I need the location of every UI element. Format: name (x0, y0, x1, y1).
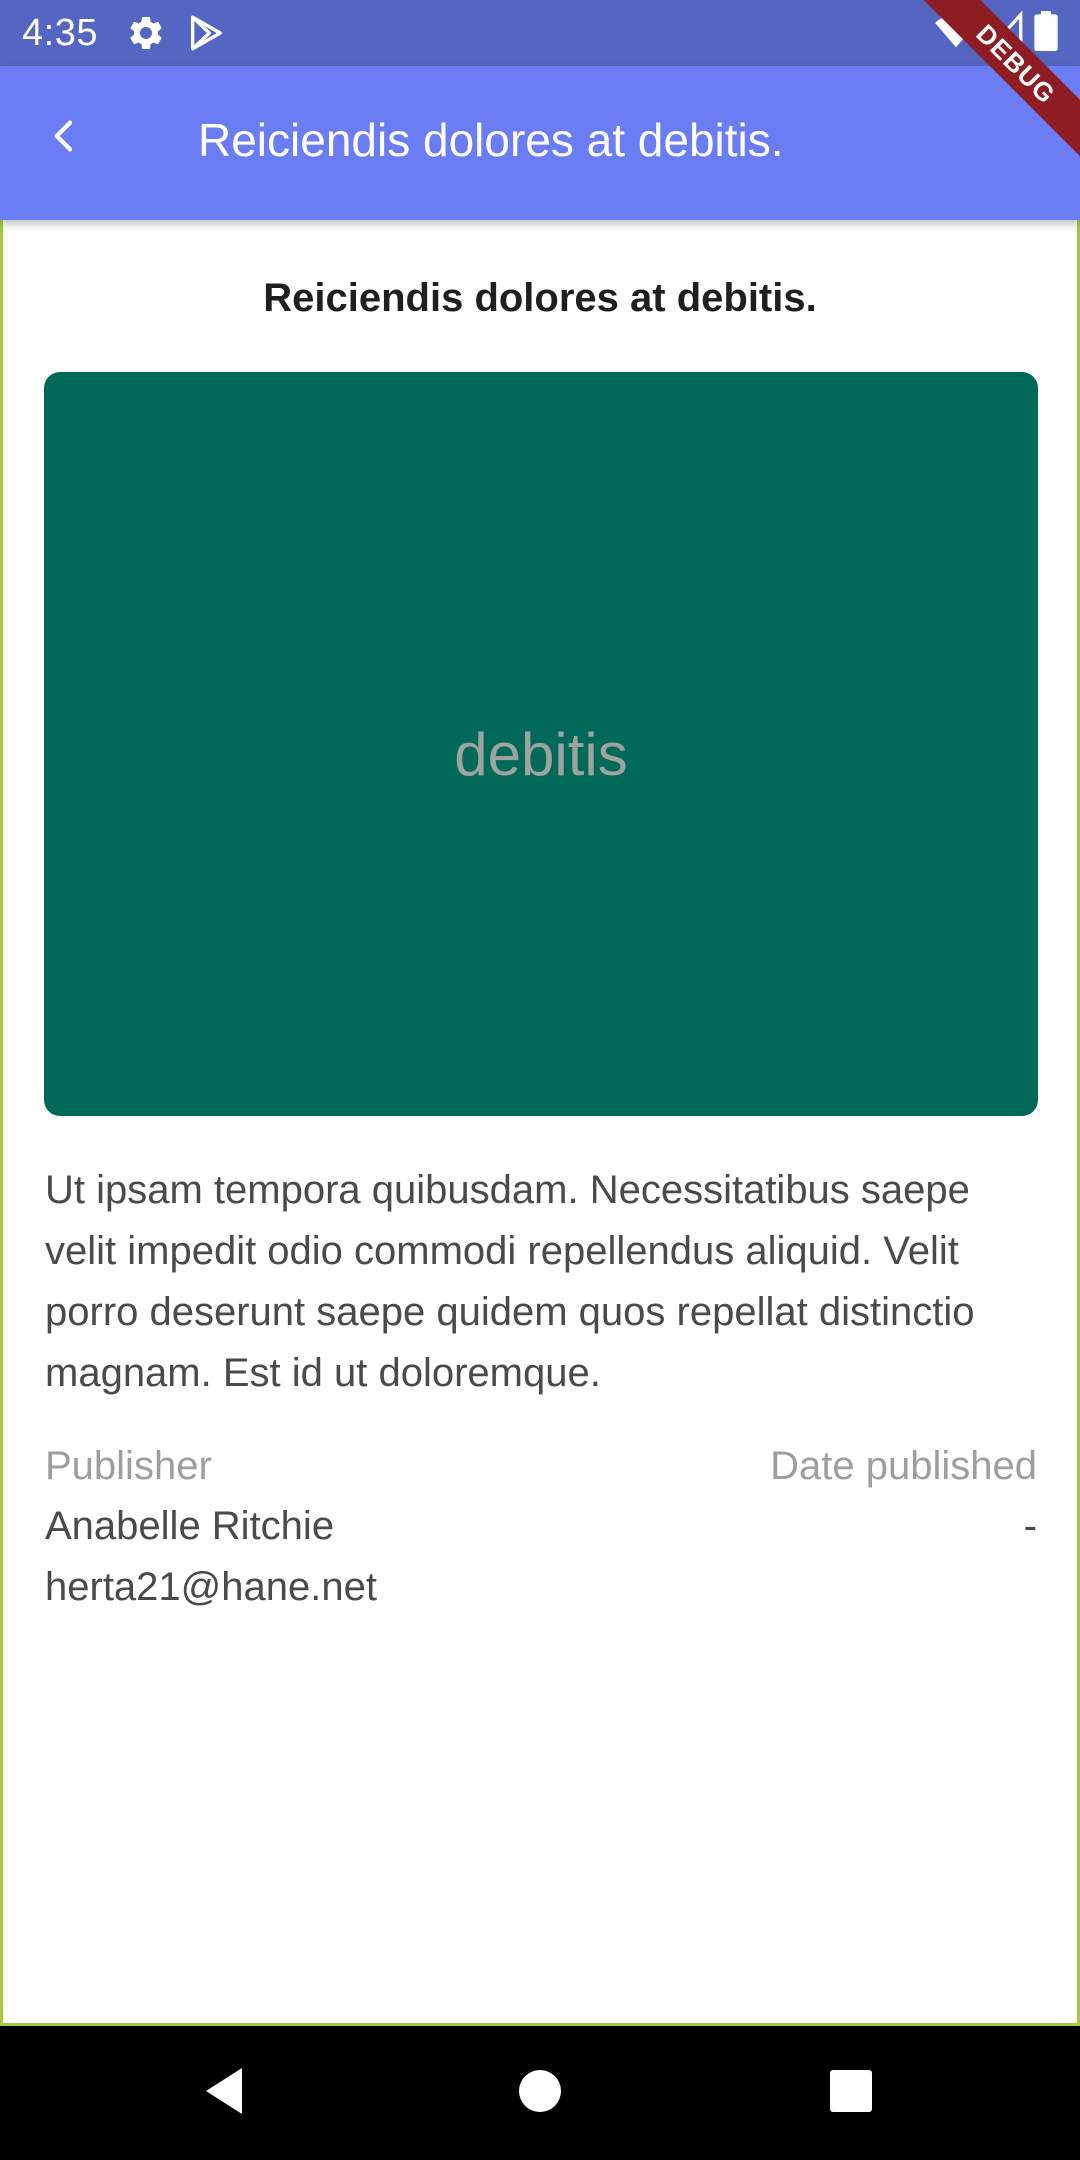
recents-square-icon (829, 2069, 873, 2118)
nav-back-button[interactable] (192, 2060, 258, 2126)
status-bar: 4:35 (0, 0, 1080, 66)
screen: 4:35 DEBUG Reiciendis dolores at debitis… (0, 0, 1080, 2160)
back-triangle-icon (202, 2066, 248, 2121)
date-published-value: - (1023, 1504, 1037, 1548)
gear-icon (126, 13, 166, 53)
article-heading: Reiciendis dolores at debitis. (263, 276, 817, 320)
date-block: Date published - (770, 1436, 1037, 1557)
image-caption: debitis (454, 720, 628, 788)
publisher-email: herta21@hane.net (45, 1565, 377, 1609)
article-body: Ut ipsam tempora quibusdam. Necessitatib… (45, 1168, 975, 1395)
back-button[interactable] (30, 103, 100, 173)
nav-recents-button[interactable] (818, 2060, 884, 2126)
battery-icon (1034, 10, 1058, 56)
nav-home-button[interactable] (507, 2060, 573, 2126)
article-content: Reiciendis dolores at debitis. debitis U… (0, 220, 1080, 2026)
status-time: 4:35 (22, 12, 98, 54)
publisher-block: Publisher Anabelle Ritchie herta21@hane.… (45, 1436, 377, 1618)
chevron-left-icon (45, 116, 85, 161)
play-store-icon (186, 13, 226, 53)
publisher-name: Anabelle Ritchie (45, 1504, 335, 1548)
date-published-label: Date published (770, 1444, 1037, 1488)
publisher-label: Publisher (45, 1444, 212, 1488)
home-circle-icon (518, 2069, 562, 2118)
system-nav-bar (0, 2026, 1080, 2160)
app-bar-title: Reiciendis dolores at debitis. (198, 114, 784, 166)
article-image: debitis (44, 372, 1038, 1116)
app-bar: Reiciendis dolores at debitis. (0, 66, 1080, 220)
